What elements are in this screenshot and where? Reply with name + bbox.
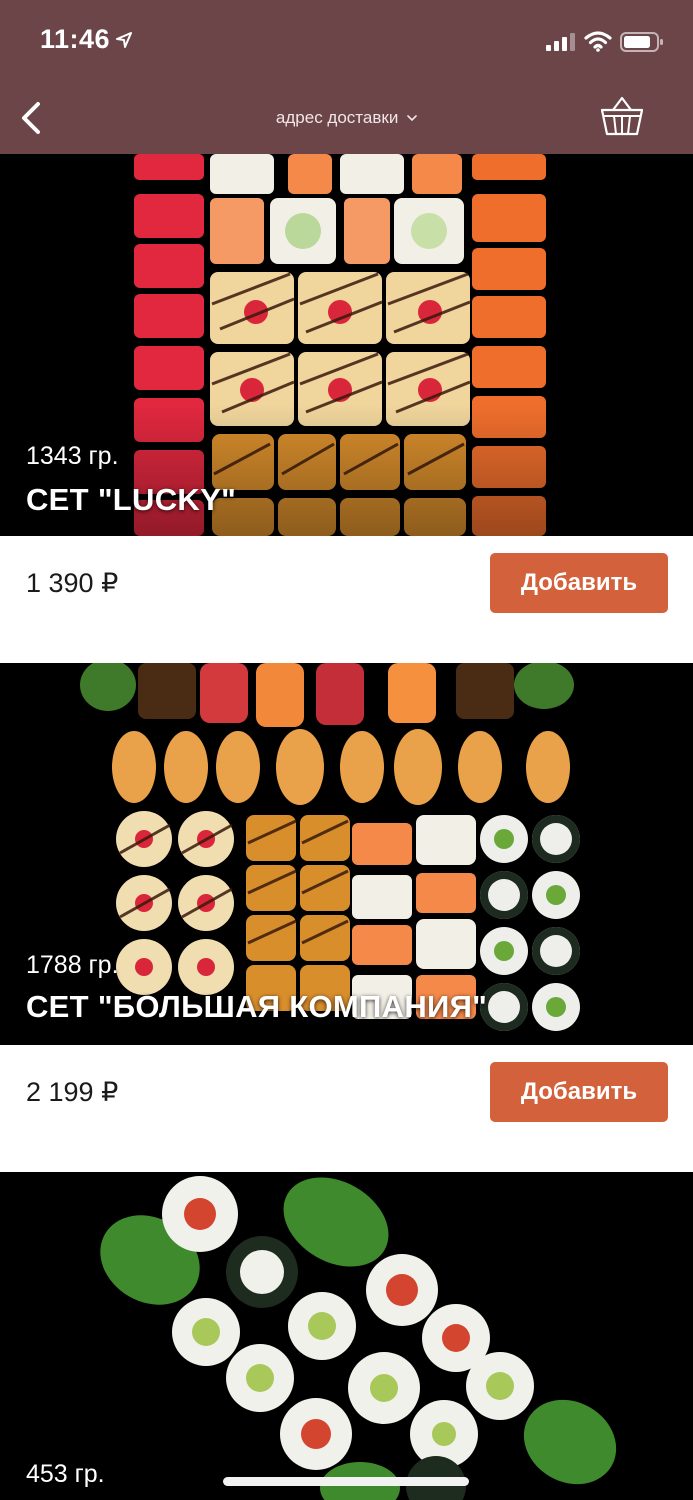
back-button[interactable] [14,96,54,140]
product-footer: 1 390 ₽ Добавить [0,536,693,663]
chevron-left-icon [22,102,40,134]
chevron-down-icon [407,115,417,122]
sushi-set-image [80,663,580,1031]
product-image: 1343 гр. СЕТ "LUCKY" [0,154,693,536]
status-time: 11:46 [40,24,111,54]
product-footer: 2 199 ₽ Добавить [0,1045,693,1172]
product-price: 1 390 ₽ [26,568,119,598]
add-to-cart-button[interactable]: Добавить [490,1062,668,1122]
product-image: 453 гр. [0,1172,693,1500]
product-card[interactable]: 1788 гр. СЕТ "БОЛЬШАЯ КОМПАНИЯ" 2 199 ₽ … [0,663,693,1172]
product-weight: 1788 гр. [26,951,119,979]
product-title: СЕТ "БОЛЬШАЯ КОМПАНИЯ" [26,989,488,1024]
wifi-icon [584,31,612,52]
app-header: 11:46 адрес доставки [0,0,693,154]
delivery-address-label: адрес доставки [275,108,399,127]
cellular-signal-icon [546,33,575,51]
home-indicator[interactable] [223,1477,469,1486]
product-price: 2 199 ₽ [26,1077,119,1107]
add-to-cart-button[interactable]: Добавить [490,553,668,613]
product-weight: 453 гр. [26,1460,105,1488]
delivery-address-selector[interactable]: адрес доставки [200,108,493,128]
sushi-set-image [0,154,693,536]
product-weight: 1343 гр. [26,442,119,470]
location-arrow-icon [116,32,132,48]
basket-icon [600,96,644,136]
cart-button[interactable] [598,94,646,138]
battery-icon [620,32,663,52]
product-card[interactable]: 453 гр. [0,1172,693,1500]
product-card[interactable]: 1343 гр. СЕТ "LUCKY" 1 390 ₽ Добавить [0,154,693,663]
product-title: СЕТ "LUCKY" [26,482,237,517]
product-image: 1788 гр. СЕТ "БОЛЬШАЯ КОМПАНИЯ" [0,663,693,1045]
sushi-set-image [100,1176,617,1500]
